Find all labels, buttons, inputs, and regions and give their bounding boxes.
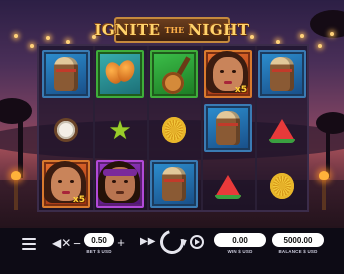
symbol-queen-multiplier: x5 — [204, 50, 252, 98]
drum-icon — [162, 167, 186, 201]
reel-separator — [201, 46, 203, 210]
bet-value: 0.50 — [84, 233, 114, 247]
autoplay-icon[interactable] — [190, 235, 204, 249]
win-value: 0.00 — [214, 233, 266, 247]
pineapple-icon — [162, 117, 186, 143]
balance-value: 5000.00 — [272, 233, 324, 247]
symbol-queen-multiplier: x5 — [42, 160, 90, 208]
logo-word-small: THE — [164, 25, 185, 35]
sound-icon[interactable]: ◀✕ — [52, 237, 71, 249]
reel-separator — [255, 46, 257, 210]
reel-separator — [93, 46, 95, 210]
bet-increase-button[interactable]: + — [116, 236, 126, 249]
balance-caption: BALANCE $ USD — [278, 249, 318, 254]
drum-icon — [270, 57, 294, 91]
logo-word-1: IGNITE — [94, 21, 161, 39]
string-light — [250, 35, 254, 39]
turbo-icon[interactable]: ▶▶ — [140, 237, 155, 247]
watermelon-icon — [215, 175, 241, 199]
string-light — [330, 32, 334, 36]
symbol-coconut — [42, 106, 90, 154]
tree-trunk-right — [326, 128, 330, 178]
drum-icon — [216, 111, 240, 145]
symbol-guitar — [150, 50, 198, 98]
symbol-maracas — [96, 50, 144, 98]
game-scene: IGNITE THE NIGHT x5 ★ x5 — [0, 0, 344, 228]
symbol-drum — [42, 50, 90, 98]
pineapple-icon — [270, 173, 294, 199]
string-light — [14, 34, 18, 38]
symbol-watermelon — [204, 162, 252, 210]
reel-grid: x5 ★ x5 — [37, 44, 309, 212]
multiplier-badge: x5 — [72, 195, 85, 205]
tree-silhouette-left — [0, 98, 32, 124]
string-light — [46, 36, 50, 40]
symbol-drum — [258, 50, 306, 98]
coconut-icon — [54, 118, 78, 142]
game-logo: IGNITE THE NIGHT — [94, 17, 249, 43]
win-caption: WIN $ USD — [227, 249, 253, 254]
string-light — [30, 44, 34, 48]
tiki-torch-right — [319, 171, 329, 210]
bet-caption: BET $ USD — [86, 249, 112, 254]
symbol-star-fruit: ★ — [96, 106, 144, 154]
rocker-portrait-icon — [98, 161, 140, 203]
star-fruit-icon: ★ — [108, 115, 132, 145]
multiplier-badge: x5 — [234, 85, 247, 95]
string-light — [300, 34, 304, 38]
guitar-icon — [152, 52, 196, 96]
symbol-drum — [150, 160, 198, 208]
maracas-icon — [102, 56, 138, 92]
menu-icon[interactable] — [22, 238, 36, 250]
drum-icon — [54, 57, 78, 91]
symbol-watermelon — [258, 106, 306, 154]
logo-word-2: NIGHT — [188, 21, 250, 39]
reel-separator — [147, 46, 149, 210]
bet-decrease-button[interactable]: − — [72, 237, 82, 250]
symbol-rocker — [96, 160, 144, 208]
symbol-drum — [204, 104, 252, 152]
symbol-pineapple — [150, 106, 198, 154]
watermelon-icon — [269, 119, 295, 143]
tree-trunk-left — [18, 118, 23, 178]
symbol-pineapple — [258, 162, 306, 210]
tree-silhouette-top-right — [310, 10, 344, 38]
control-bar: ◀✕ − 0.50 BET $ USD + ▶▶ 0.00 WIN $ USD … — [0, 225, 344, 274]
string-light — [318, 44, 322, 48]
tree-silhouette-right — [316, 112, 344, 134]
tiki-torch-left — [11, 171, 21, 210]
spin-icon[interactable] — [155, 225, 189, 259]
